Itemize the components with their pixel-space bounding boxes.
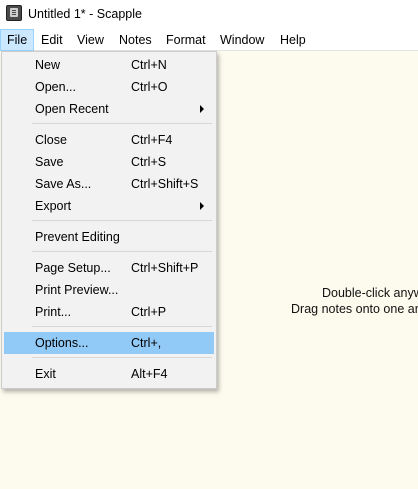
menu-item-label: New bbox=[35, 58, 61, 72]
canvas-hint-line1: Double-click anyw bbox=[322, 286, 418, 300]
menu-view[interactable]: View bbox=[71, 29, 110, 51]
menu-item-shortcut: Ctrl+O bbox=[131, 80, 168, 94]
menu-item-options[interactable]: Options... Ctrl+, bbox=[4, 332, 214, 354]
window-title: Untitled 1* - Scapple bbox=[28, 7, 142, 21]
menu-item-prevent-editing[interactable]: Prevent Editing bbox=[4, 226, 214, 248]
menu-format[interactable]: Format bbox=[160, 29, 212, 51]
menu-item-shortcut: Ctrl+Shift+S bbox=[131, 177, 199, 191]
menu-item-print-preview[interactable]: Print Preview... bbox=[4, 279, 214, 301]
menu-item-label: Save bbox=[35, 155, 64, 169]
menu-separator bbox=[32, 357, 212, 358]
menu-item-page-setup[interactable]: Page Setup... Ctrl+Shift+P bbox=[4, 257, 214, 279]
submenu-arrow-icon bbox=[200, 202, 204, 210]
menu-separator bbox=[32, 123, 212, 124]
menu-item-label: Page Setup... bbox=[35, 261, 111, 275]
menu-file[interactable]: File bbox=[0, 29, 35, 51]
menu-item-label: Exit bbox=[35, 367, 56, 381]
menu-item-print[interactable]: Print... Ctrl+P bbox=[4, 301, 214, 323]
menu-item-shortcut: Ctrl+, bbox=[131, 336, 162, 350]
title-bar: Untitled 1* - Scapple bbox=[0, 0, 418, 29]
menu-item-label: Close bbox=[35, 133, 67, 147]
menu-item-new[interactable]: New Ctrl+N bbox=[4, 54, 214, 76]
menu-item-label: Save As... bbox=[35, 177, 92, 191]
file-menu-dropdown: New Ctrl+N Open... Ctrl+O Open Recent Cl… bbox=[1, 51, 217, 389]
menu-window[interactable]: Window bbox=[214, 29, 270, 51]
menu-separator bbox=[32, 220, 212, 221]
menu-help[interactable]: Help bbox=[274, 29, 312, 51]
menu-item-open[interactable]: Open... Ctrl+O bbox=[4, 76, 214, 98]
menu-item-label: Open... bbox=[35, 80, 76, 94]
menu-item-shortcut: Alt+F4 bbox=[131, 367, 168, 381]
menu-edit[interactable]: Edit bbox=[35, 29, 69, 51]
canvas-hint-line2: Drag notes onto one ar bbox=[291, 302, 418, 316]
menu-separator bbox=[32, 251, 212, 252]
menu-separator bbox=[32, 326, 212, 327]
scapple-app-icon[interactable] bbox=[6, 5, 22, 21]
menu-item-label: Open Recent bbox=[35, 102, 109, 116]
menu-item-shortcut: Ctrl+F4 bbox=[131, 133, 173, 147]
menu-notes[interactable]: Notes bbox=[113, 29, 158, 51]
menu-item-shortcut: Ctrl+S bbox=[131, 155, 167, 169]
menu-item-label: Print... bbox=[35, 305, 72, 319]
menu-item-label: Print Preview... bbox=[35, 283, 119, 297]
submenu-arrow-icon bbox=[200, 105, 204, 113]
menu-item-label: Options... bbox=[35, 336, 89, 350]
menu-item-export[interactable]: Export bbox=[4, 195, 214, 217]
menu-item-close[interactable]: Close Ctrl+F4 bbox=[4, 129, 214, 151]
menu-item-open-recent[interactable]: Open Recent bbox=[4, 98, 214, 120]
menu-item-save-as[interactable]: Save As... Ctrl+Shift+S bbox=[4, 173, 214, 195]
menu-item-exit[interactable]: Exit Alt+F4 bbox=[4, 363, 214, 385]
menu-item-label: Prevent Editing bbox=[35, 230, 120, 244]
menu-item-shortcut: Ctrl+P bbox=[131, 305, 167, 319]
menu-item-label: Export bbox=[35, 199, 72, 213]
menu-bar: File Edit View Notes Format Window Help bbox=[0, 29, 418, 51]
menu-item-save[interactable]: Save Ctrl+S bbox=[4, 151, 214, 173]
menu-item-shortcut: Ctrl+Shift+P bbox=[131, 261, 199, 275]
menu-item-shortcut: Ctrl+N bbox=[131, 58, 167, 72]
